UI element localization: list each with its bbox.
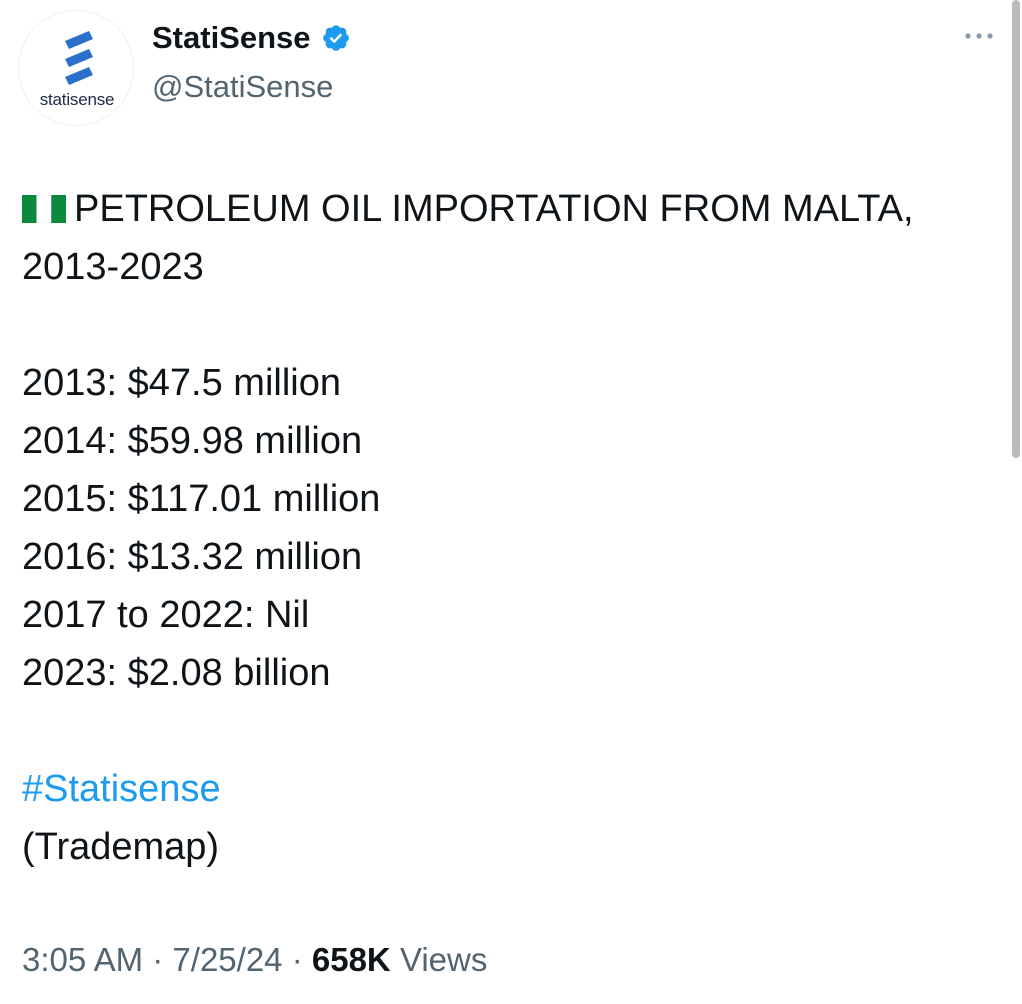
display-name[interactable]: StatiSense <box>152 18 351 58</box>
more-options-icon[interactable] <box>962 26 996 46</box>
tweet-date[interactable]: 7/25/24 <box>172 941 282 978</box>
stat-line: 2014: $59.98 million <box>22 420 363 462</box>
views-label: Views <box>399 941 488 978</box>
verified-badge-icon <box>322 25 349 51</box>
stat-line: 2013: $47.5 million <box>22 362 341 404</box>
stat-line: 2017 to 2022: Nil <box>22 594 310 636</box>
avatar[interactable]: statisense <box>18 10 134 126</box>
meta-separator: · <box>152 941 164 978</box>
nigeria-flag-icon <box>22 195 66 223</box>
stat-line: 2015: $117.01 million <box>22 478 381 520</box>
meta-separator: · <box>291 941 303 978</box>
handle[interactable]: @StatiSense <box>152 67 333 107</box>
tweet-meta: 3:05 AM · 7/25/24 · 658K Views <box>22 935 487 985</box>
views-count[interactable]: 658K <box>312 941 391 978</box>
tweet-time[interactable]: 3:05 AM <box>22 941 143 978</box>
stat-line: 2023: $2.08 billion <box>22 652 331 694</box>
statisense-logo-icon <box>65 31 93 85</box>
tweet-title: PETROLEUM OIL IMPORTATION FROM MALTA, <box>22 180 997 238</box>
tweet-title-line2: 2013-2023 <box>22 246 204 288</box>
tweet-text: PETROLEUM OIL IMPORTATION FROM MALTA, 20… <box>22 180 997 876</box>
display-name-text[interactable]: StatiSense <box>152 18 311 58</box>
scrollbar[interactable] <box>1012 0 1020 458</box>
source-text: (Trademap) <box>22 826 220 868</box>
hashtag-link[interactable]: #Statisense <box>22 760 997 818</box>
tweet-card: statisense StatiSense @StatiSense PETROL… <box>0 0 1022 1004</box>
stat-line: 2016: $13.32 million <box>22 536 363 578</box>
avatar-logo-text: statisense <box>39 90 115 109</box>
